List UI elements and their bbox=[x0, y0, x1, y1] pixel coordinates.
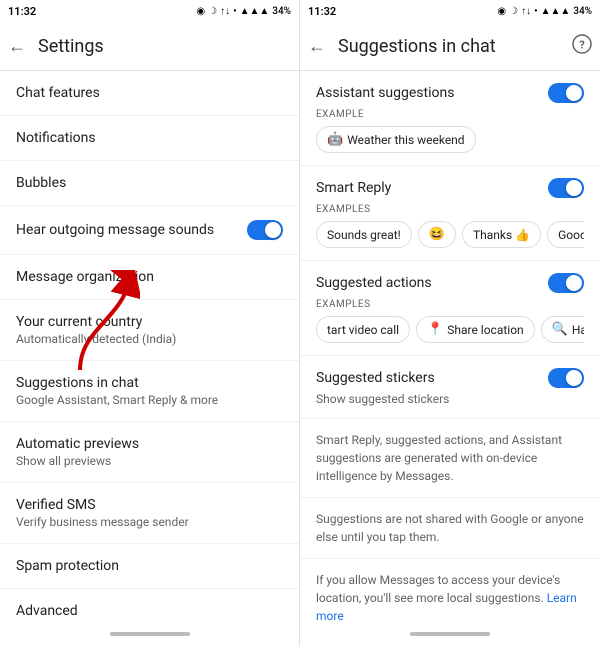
settings-item-bubbles[interactable]: Bubbles bbox=[0, 161, 299, 206]
right-status-icons: ◉ ☽ ↑↓ • ▲▲▲ 34% bbox=[497, 6, 592, 17]
settings-item-suggestions[interactable]: Suggestions in chat Google Assistant, Sm… bbox=[0, 361, 299, 422]
left-back-button[interactable]: ← bbox=[8, 36, 26, 57]
sounds-great-chip[interactable]: Sounds great! bbox=[316, 221, 412, 248]
share-location-label: Share location bbox=[447, 323, 523, 337]
left-status-bar: 11:32 ◉ ☽ ↑↓ • ▲▲▲ 34% bbox=[0, 0, 299, 22]
left-panel: 11:32 ◉ ☽ ↑↓ • ▲▲▲ 34% ← Settings Chat f… bbox=[0, 0, 300, 646]
thanks-chip[interactable]: Thanks 👍 bbox=[462, 221, 541, 248]
settings-item-chat-features[interactable]: Chat features bbox=[0, 71, 299, 116]
suggestions-subtitle: Google Assistant, Smart Reply & more bbox=[16, 393, 283, 407]
haha-gifs-chip[interactable]: 🔍 Haha GIFs bbox=[541, 316, 584, 343]
settings-item-auto-previews[interactable]: Automatic previews Show all previews bbox=[0, 422, 299, 483]
weather-chip-label: Weather this weekend bbox=[347, 133, 464, 147]
suggested-actions-example-label: EXAMPLES bbox=[316, 299, 584, 310]
assistant-example-label: EXAMPLE bbox=[316, 109, 584, 120]
settings-item-spam-protection[interactable]: Spam protection bbox=[0, 544, 299, 589]
settings-item-your-country[interactable]: Your current country Automatically detec… bbox=[0, 300, 299, 361]
assistant-suggestions-title: Assistant suggestions bbox=[316, 85, 454, 101]
share-location-chip[interactable]: 📍 Share location bbox=[416, 316, 535, 343]
info-block-3: If you allow Messages to access your dev… bbox=[300, 559, 600, 626]
left-settings-list: Chat features Notifications Bubbles Hear… bbox=[0, 71, 299, 626]
assistant-suggestions-section: Assistant suggestions EXAMPLE 🤖 Weather … bbox=[300, 71, 600, 166]
learn-more-link[interactable]: Learn more bbox=[316, 591, 577, 623]
good-morn-chip[interactable]: Good morn bbox=[547, 221, 584, 248]
assistant-chips-row: 🤖 Weather this weekend bbox=[316, 126, 584, 153]
left-home-indicator bbox=[110, 632, 190, 636]
haha-gifs-icon: 🔍 bbox=[552, 322, 568, 337]
settings-item-verified-sms[interactable]: Verified SMS Verify business message sen… bbox=[0, 483, 299, 544]
video-call-label: tart video call bbox=[327, 323, 399, 337]
suggested-stickers-section: Suggested stickers Show suggested sticke… bbox=[300, 356, 600, 419]
advanced-label: Advanced bbox=[16, 603, 283, 619]
share-location-icon: 📍 bbox=[427, 322, 443, 337]
settings-item-hear-sounds[interactable]: Hear outgoing message sounds bbox=[0, 206, 299, 255]
settings-item-notifications[interactable]: Notifications bbox=[0, 116, 299, 161]
smart-reply-title: Smart Reply bbox=[316, 180, 391, 196]
right-top-bar: ← Suggestions in chat ? bbox=[300, 22, 600, 70]
left-status-icons: ◉ ☽ ↑↓ • ▲▲▲ 34% bbox=[196, 6, 291, 17]
emoji-chip-icon: 😆 bbox=[429, 227, 445, 242]
assistant-chip-icon: 🤖 bbox=[327, 132, 343, 147]
info-block-1: Smart Reply, suggested actions, and Assi… bbox=[300, 419, 600, 498]
smart-reply-chips-row: Sounds great! 😆 Thanks 👍 Good morn bbox=[316, 221, 584, 248]
suggested-actions-section: Suggested actions EXAMPLES tart video ca… bbox=[300, 261, 600, 356]
right-back-button[interactable]: ← bbox=[308, 36, 326, 57]
left-time: 11:32 bbox=[8, 5, 36, 18]
hear-sounds-toggle[interactable] bbox=[247, 220, 283, 240]
haha-gifs-label: Haha GIFs bbox=[572, 323, 584, 337]
good-morn-label: Good morn bbox=[558, 228, 584, 242]
left-bottom-bar bbox=[0, 626, 299, 646]
hear-sounds-label: Hear outgoing message sounds bbox=[16, 222, 214, 238]
emoji-chip[interactable]: 😆 bbox=[418, 221, 456, 248]
smart-reply-toggle[interactable] bbox=[548, 178, 584, 198]
auto-previews-subtitle: Show all previews bbox=[16, 454, 283, 468]
suggested-actions-title: Suggested actions bbox=[316, 275, 432, 291]
info-block-2: Suggestions are not shared with Google o… bbox=[300, 498, 600, 559]
verified-sms-label: Verified SMS bbox=[16, 497, 283, 513]
chat-features-label: Chat features bbox=[16, 85, 283, 101]
message-org-label: Message organization bbox=[16, 269, 283, 285]
suggested-stickers-subtitle: Show suggested stickers bbox=[316, 392, 584, 406]
auto-previews-label: Automatic previews bbox=[16, 436, 283, 452]
smart-reply-section: Smart Reply EXAMPLES Sounds great! 😆 Tha… bbox=[300, 166, 600, 261]
right-bottom-bar bbox=[300, 626, 600, 646]
spam-protection-label: Spam protection bbox=[16, 558, 283, 574]
right-time: 11:32 bbox=[308, 5, 336, 18]
right-home-indicator bbox=[410, 632, 490, 636]
verified-sms-subtitle: Verify business message sender bbox=[16, 515, 283, 529]
video-call-chip[interactable]: tart video call bbox=[316, 316, 410, 343]
suggested-stickers-title: Suggested stickers bbox=[316, 370, 435, 386]
suggestions-content: Assistant suggestions EXAMPLE 🤖 Weather … bbox=[300, 71, 600, 626]
settings-item-message-org[interactable]: Message organization bbox=[0, 255, 299, 300]
suggestions-label: Suggestions in chat bbox=[16, 375, 283, 391]
settings-item-advanced[interactable]: Advanced bbox=[0, 589, 299, 626]
smart-reply-example-label: EXAMPLES bbox=[316, 204, 584, 215]
right-panel: 11:32 ◉ ☽ ↑↓ • ▲▲▲ 34% ← Suggestions in … bbox=[300, 0, 600, 646]
left-panel-wrapper: 11:32 ◉ ☽ ↑↓ • ▲▲▲ 34% ← Settings Chat f… bbox=[0, 0, 300, 646]
help-icon[interactable]: ? bbox=[572, 34, 592, 59]
suggested-actions-toggle[interactable] bbox=[548, 273, 584, 293]
bubbles-label: Bubbles bbox=[16, 175, 283, 191]
suggested-actions-chips-row: tart video call 📍 Share location 🔍 Haha … bbox=[316, 316, 584, 343]
right-status-bar: 11:32 ◉ ☽ ↑↓ • ▲▲▲ 34% bbox=[300, 0, 600, 22]
right-page-title: Suggestions in chat bbox=[338, 36, 496, 57]
notifications-label: Notifications bbox=[16, 130, 283, 146]
sounds-great-label: Sounds great! bbox=[327, 228, 401, 242]
svg-text:?: ? bbox=[579, 38, 585, 51]
your-country-subtitle: Automatically detected (India) bbox=[16, 332, 283, 346]
left-top-bar: ← Settings bbox=[0, 22, 299, 70]
left-page-title: Settings bbox=[38, 36, 104, 57]
suggested-stickers-toggle[interactable] bbox=[548, 368, 584, 388]
thanks-label: Thanks 👍 bbox=[473, 228, 530, 242]
assistant-suggestions-toggle[interactable] bbox=[548, 83, 584, 103]
your-country-label: Your current country bbox=[16, 314, 283, 330]
weather-chip[interactable]: 🤖 Weather this weekend bbox=[316, 126, 476, 153]
